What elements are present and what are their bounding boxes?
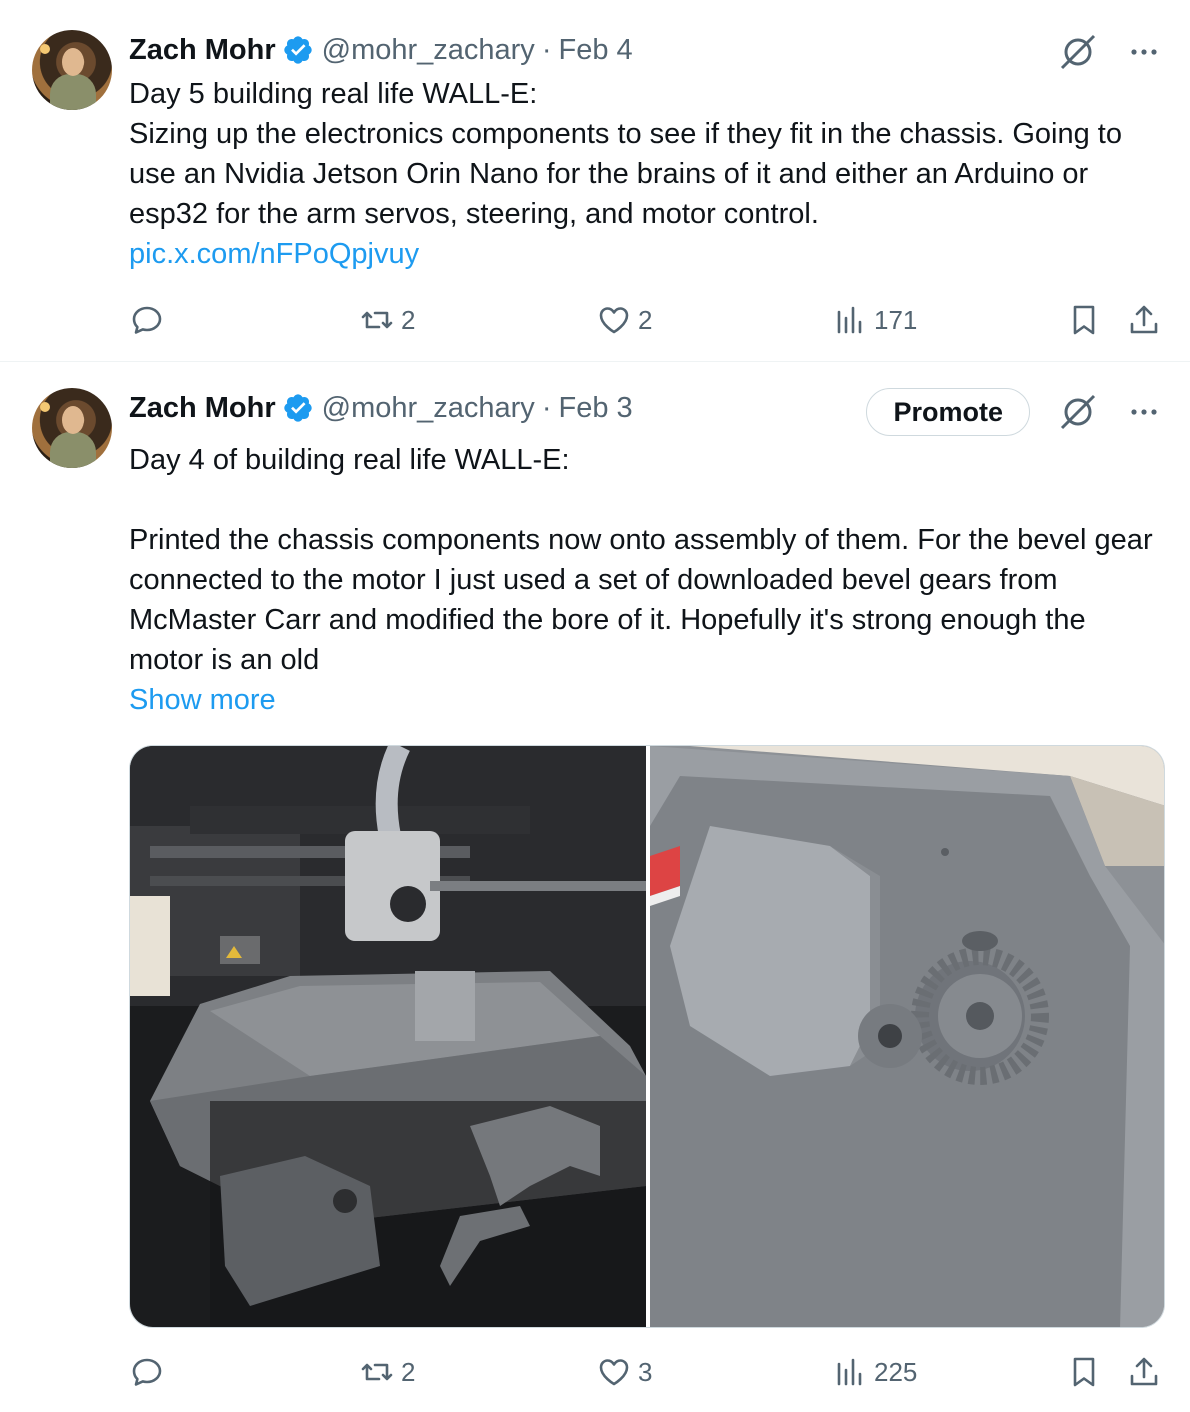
tweet-text-blank-line [129, 480, 1164, 520]
author-name[interactable]: Zach Mohr [129, 34, 276, 67]
separator-dot: · [541, 33, 552, 66]
bookmark-button[interactable] [1066, 1350, 1102, 1394]
repost-count: 2 [401, 1356, 416, 1387]
bookmark-icon [1073, 1357, 1095, 1387]
tweet-top-actions: Promote [866, 388, 1162, 436]
tweet-actions: 2 3 225 [129, 1350, 1165, 1394]
media-grid [129, 745, 1165, 1328]
bookmark-button[interactable] [1066, 298, 1102, 342]
grok-icon[interactable] [1058, 392, 1098, 432]
tweet-text-line: Day 4 of building real life WALL-E: [129, 444, 570, 476]
avatar[interactable] [32, 30, 112, 110]
like-icon [599, 1359, 629, 1386]
verified-badge-icon[interactable] [282, 34, 314, 66]
show-more-link[interactable]: Show more [129, 684, 276, 716]
tweet[interactable]: Zach Mohr @mohr_zachary · Feb 4 Day 5 bu… [0, 0, 1190, 362]
more-icon[interactable] [1126, 394, 1162, 430]
avatar[interactable] [32, 388, 112, 468]
verified-badge-icon[interactable] [282, 392, 314, 424]
like-icon [599, 307, 629, 334]
repost-count: 2 [401, 304, 416, 335]
media-photo-printer[interactable] [130, 746, 646, 1327]
share-button[interactable] [1126, 1350, 1162, 1394]
reply-icon [132, 1358, 162, 1386]
repost-button[interactable]: 2 [359, 298, 415, 342]
tweet-text: Day 4 of building real life WALL-E: Prin… [129, 440, 1164, 720]
bookmark-icon [1073, 305, 1095, 335]
author-name[interactable]: Zach Mohr [129, 392, 276, 425]
like-button[interactable]: 3 [596, 1350, 652, 1394]
separator-dot: · [541, 391, 552, 424]
promote-button[interactable]: Promote [866, 388, 1030, 436]
views-count: 171 [874, 304, 918, 335]
tweet-text-line: Sizing up the electronics components to … [129, 118, 1131, 230]
views-icon [837, 306, 862, 334]
tweet[interactable]: Zach Mohr @mohr_zachary · Feb 3 Promote … [0, 363, 1190, 1412]
views-button[interactable]: 171 [832, 298, 917, 342]
tweet-actions: 2 2 171 [129, 298, 1165, 342]
share-icon [1130, 1357, 1158, 1386]
tweet-date[interactable]: Feb 4 [558, 34, 632, 67]
tweet-date[interactable]: Feb 3 [558, 392, 632, 425]
share-icon [1130, 305, 1158, 334]
tweet-text-line: Printed the chassis components now onto … [129, 524, 1161, 676]
grok-icon[interactable] [1058, 32, 1098, 72]
like-count: 2 [638, 304, 653, 335]
tweet-header: Zach Mohr @mohr_zachary · Feb 3 [129, 388, 633, 428]
share-button[interactable] [1126, 298, 1162, 342]
media-photo-gears[interactable] [650, 746, 1164, 1327]
tweet-header: Zach Mohr @mohr_zachary · Feb 4 [129, 30, 633, 70]
reply-button[interactable] [129, 298, 171, 342]
views-icon [837, 1358, 862, 1386]
author-handle[interactable]: @mohr_zachary [322, 392, 535, 425]
like-count: 3 [638, 1356, 653, 1387]
repost-icon [361, 311, 393, 329]
repost-button[interactable]: 2 [359, 1350, 415, 1394]
reply-button[interactable] [129, 1350, 171, 1394]
views-count: 225 [874, 1356, 918, 1387]
media-link[interactable]: pic.x.com/nFPoQpjvuy [129, 238, 419, 270]
views-button[interactable]: 225 [832, 1350, 917, 1394]
author-handle[interactable]: @mohr_zachary [322, 34, 535, 67]
repost-icon [361, 1363, 393, 1381]
more-icon[interactable] [1126, 34, 1162, 70]
tweet-text: Day 5 building real life WALL-E: Sizing … [129, 74, 1164, 274]
tweet-top-actions [1058, 32, 1162, 72]
like-button[interactable]: 2 [596, 298, 652, 342]
reply-icon [132, 306, 162, 334]
tweet-text-line: Day 5 building real life WALL-E: [129, 78, 538, 110]
